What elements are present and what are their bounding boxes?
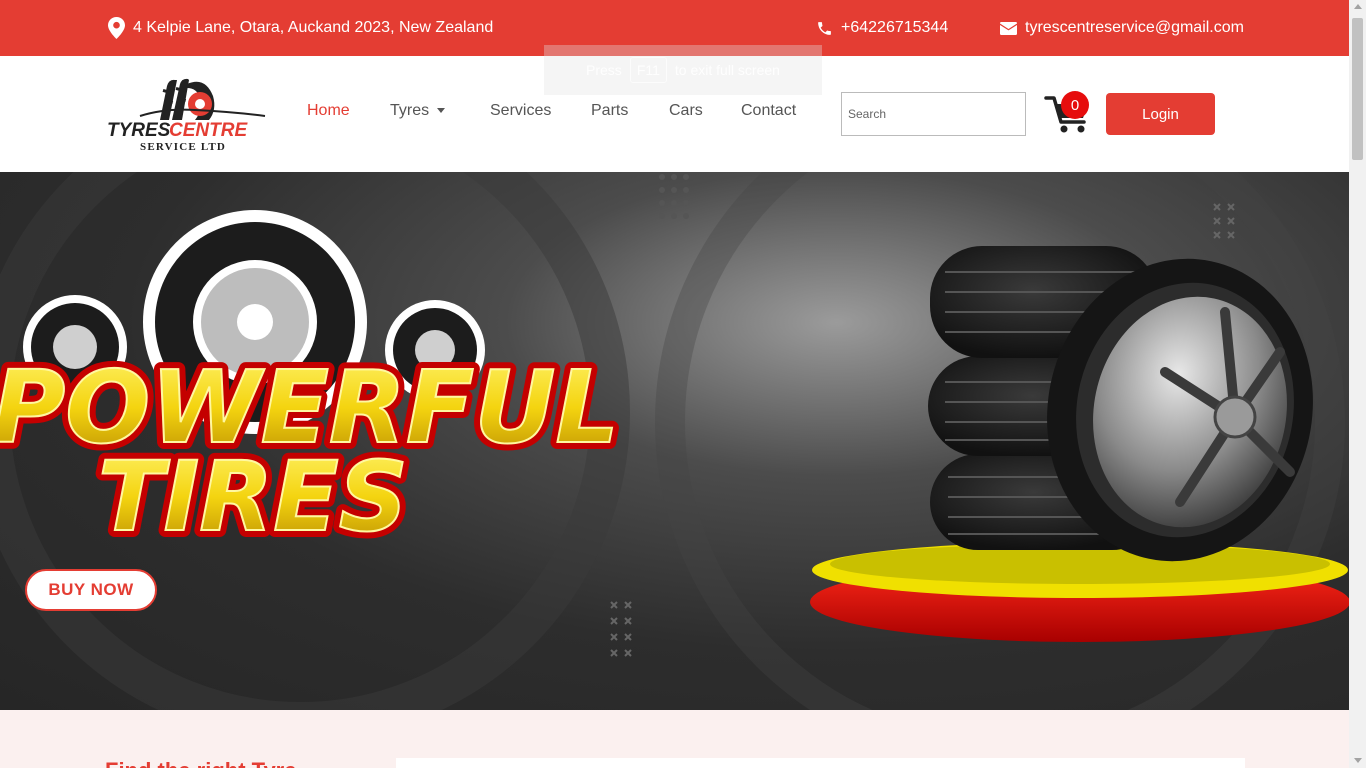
address-item: 4 Kelpie Lane, Otara, Auckand 2023, New … [108,0,493,56]
email-text[interactable]: tyrescentreservice@gmail.com [1025,19,1244,37]
buy-now-button[interactable]: BUY NOW [25,569,157,611]
hero-headline-line2: TIRES [98,441,408,553]
scrollbar-thumb[interactable] [1352,18,1363,160]
find-tyre-section: Find the right Tyre [0,710,1349,768]
fullscreen-notice-key: F11 [629,57,667,83]
fullscreen-notice-after: to exit full screen [674,62,780,78]
hero-banner: POWERFUL POWERFUL TIRES TIRES BUY NOW [0,172,1349,710]
address-text: 4 Kelpie Lane, Otara, Auckand 2023, New … [133,19,494,36]
location-pin-icon [108,17,125,39]
logo-graphic: TYRES CENTRE SERVICE LTD [107,78,266,153]
site-logo[interactable]: TYRES CENTRE SERVICE LTD [105,76,270,154]
hero-artwork: POWERFUL POWERFUL TIRES TIRES [0,172,1349,710]
scroll-down-arrow-icon[interactable] [1354,758,1362,763]
phone-icon [816,20,833,37]
svg-text:CENTRE: CENTRE [169,120,248,141]
search-input[interactable] [841,92,1026,136]
nav-home[interactable]: Home [307,102,350,120]
email-item[interactable]: tyrescentreservice@gmail.com [1000,0,1244,56]
tyre-finder-card [396,758,1245,768]
svg-text:SERVICE LTD: SERVICE LTD [140,141,226,153]
section-title: Find the right Tyre [105,758,296,768]
nav-parts[interactable]: Parts [591,102,628,120]
nav-contact[interactable]: Contact [741,102,796,120]
svg-text:TYRES: TYRES [107,120,171,141]
nav-tyres[interactable]: Tyres [390,102,446,120]
phone-item[interactable]: +64226715344 [816,0,948,56]
fullscreen-notice-before: Press [586,62,622,78]
login-button[interactable]: Login [1106,93,1215,135]
nav-cars[interactable]: Cars [669,102,703,120]
nav-services[interactable]: Services [490,102,551,120]
scroll-up-arrow-icon[interactable] [1354,4,1362,9]
phone-text[interactable]: +64226715344 [841,19,948,37]
nav-tyres-label: Tyres [390,102,430,119]
caret-down-icon [437,108,446,114]
fullscreen-notice: Press F11 to exit full screen [544,45,822,95]
envelope-icon [1000,21,1017,35]
cart-count-badge: 0 [1061,91,1089,119]
